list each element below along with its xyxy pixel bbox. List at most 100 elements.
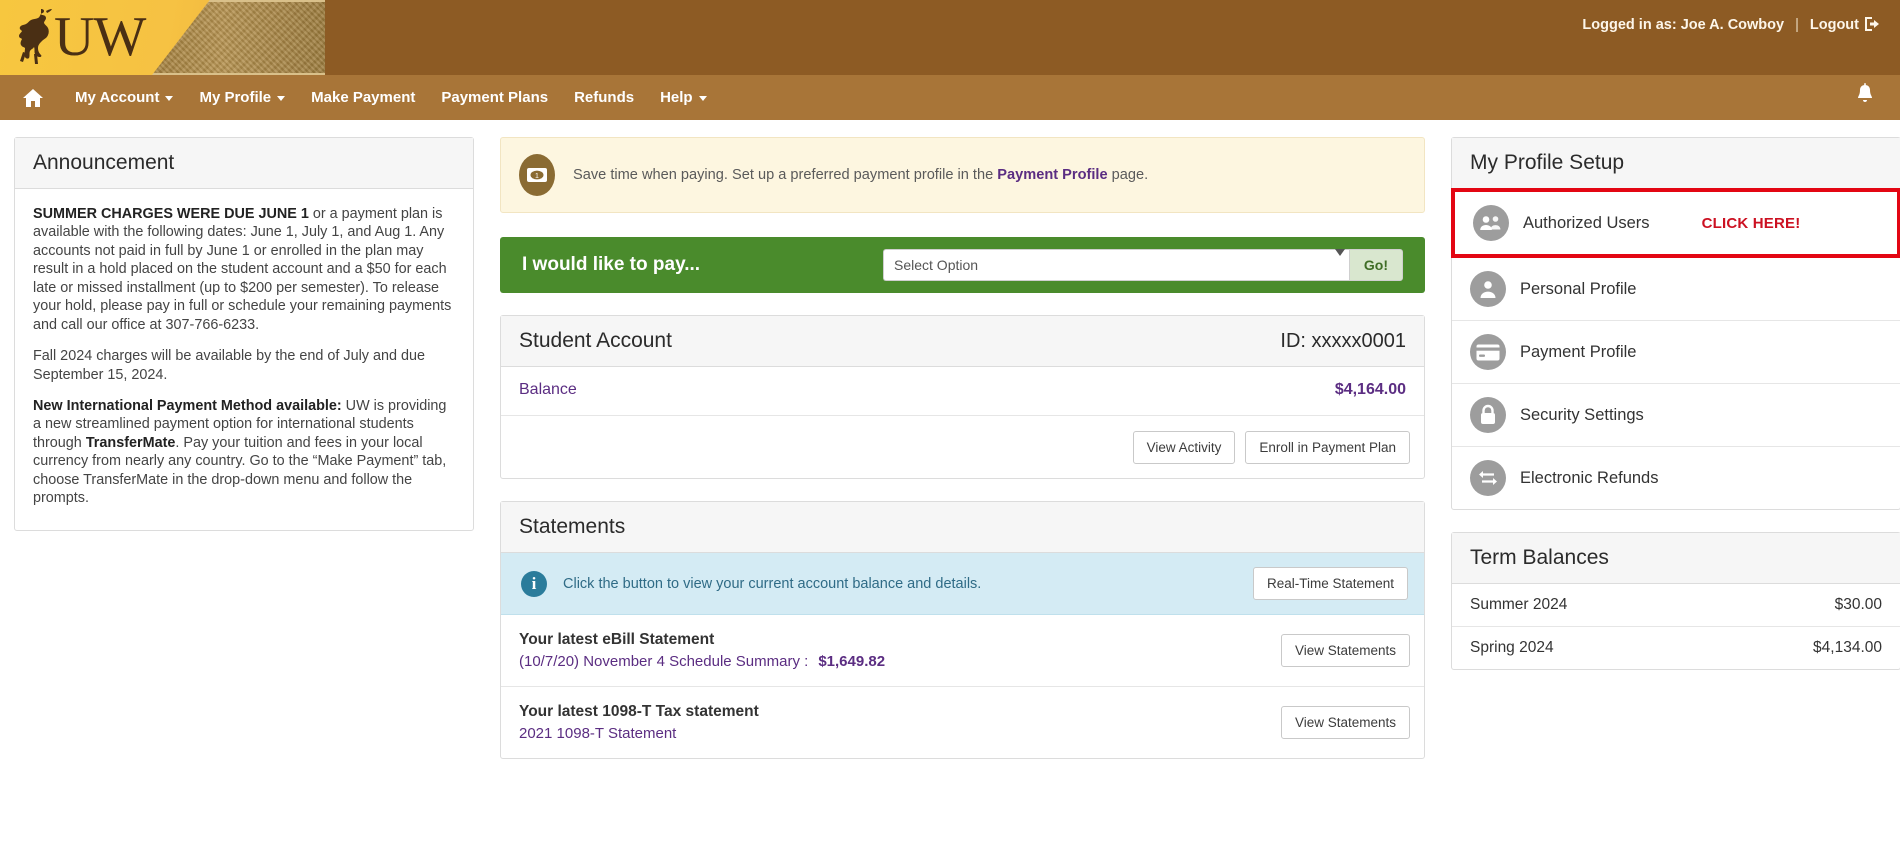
chevron-down-icon (698, 96, 707, 101)
nav-label: Payment Plans (441, 89, 549, 106)
statement-amount: $1,649.82 (818, 653, 886, 670)
announcement-paragraph-2: Fall 2024 charges will be available by t… (33, 348, 425, 383)
sidebar-item-label: Electronic Refunds (1520, 468, 1659, 487)
refund-arrows-icon (1470, 460, 1506, 496)
logo-text: UW (54, 6, 146, 68)
nav-label: Refunds (574, 89, 635, 106)
sidebar-item-label: Security Settings (1520, 405, 1644, 424)
balance-label[interactable]: Balance (519, 381, 577, 399)
sidebar-item-authorized-users[interactable]: Authorized Users CLICK HERE! (1451, 188, 1900, 258)
payment-option-select[interactable]: Select Option (883, 249, 1349, 281)
nav-item-my-profile[interactable]: My Profile (186, 75, 298, 120)
student-id: ID: xxxxx0001 (1280, 329, 1406, 352)
statements-info-text: Click the button to view your current ac… (563, 575, 982, 592)
divider: | (1795, 17, 1799, 33)
login-status: Logged in as: Joe A. Cowboy | Logout (1582, 17, 1880, 33)
nav-item-payment-plans[interactable]: Payment Plans (428, 75, 561, 120)
payment-profile-notice: 1 Save time when paying. Set up a prefer… (500, 137, 1425, 213)
student-account-header: Student Account ID: xxxxx0001 (501, 316, 1424, 367)
pay-bar-label: I would like to pay... (522, 254, 701, 275)
credit-card-icon (1470, 334, 1506, 370)
student-account-actions: View Activity Enroll in Payment Plan (501, 416, 1424, 478)
right-column: My Profile Setup Authorized Users CLICK … (1451, 137, 1900, 670)
nav-item-make-payment[interactable]: Make Payment (298, 75, 428, 120)
svg-text:1: 1 (535, 173, 539, 180)
announcement-title: Announcement (15, 138, 473, 189)
dollar-bill-icon: 1 (519, 154, 555, 196)
sidebar-item-label: Authorized Users (1523, 213, 1650, 232)
term-label: Summer 2024 (1470, 596, 1568, 613)
logout-link[interactable]: Logout (1810, 17, 1880, 33)
nav-item-help[interactable]: Help (647, 75, 720, 120)
sidebar-item-personal-profile[interactable]: Personal Profile (1452, 258, 1900, 321)
term-balance-row: Spring 2024 $4,134.00 (1452, 627, 1900, 669)
bell-icon (1858, 83, 1872, 102)
announcement-p1-bold: SUMMER CHARGES WERE DUE JUNE 1 (33, 206, 309, 222)
brand-header: UW Logged in as: Joe A. Cowboy | Logout (0, 0, 1900, 75)
sidebar-item-electronic-refunds[interactable]: Electronic Refunds (1452, 447, 1900, 509)
pay-bar: I would like to pay... Select Option Go! (500, 237, 1425, 293)
notifications-button[interactable] (1854, 83, 1882, 112)
view-statements-button[interactable]: View Statements (1280, 634, 1410, 667)
pay-select-group: Select Option Go! (883, 249, 1403, 281)
term-amount: $4,134.00 (1813, 639, 1882, 656)
nav-label: Help (660, 89, 693, 106)
announcement-p3-bold2: TransferMate (85, 434, 176, 451)
statement-subtitle[interactable]: (10/7/20) November 4 Schedule Summary : (519, 653, 808, 670)
view-statements-button[interactable]: View Statements (1280, 706, 1410, 739)
nav-label: My Account (75, 89, 160, 106)
statements-title: Statements (501, 502, 1424, 553)
notice-text-after: page. (1107, 167, 1149, 183)
info-icon: i (521, 570, 547, 597)
nav-item-my-account[interactable]: My Account (62, 75, 186, 120)
bucking-horse-icon (19, 9, 52, 64)
notice-text: Save time when paying. Set up a preferre… (573, 167, 1148, 183)
chevron-down-icon (165, 96, 174, 101)
page-body: Announcement SUMMER CHARGES WERE DUE JUN… (0, 120, 1900, 759)
real-time-statement-button[interactable]: Real-Time Statement (1252, 567, 1408, 600)
statement-row-1098t: Your latest 1098-T Tax statement 2021 10… (501, 687, 1424, 758)
profile-setup-card: My Profile Setup Authorized Users CLICK … (1451, 137, 1900, 510)
announcement-body: SUMMER CHARGES WERE DUE JUNE 1 or a paym… (15, 189, 473, 530)
logo-mark: UW (14, 6, 146, 68)
logout-icon (1865, 17, 1879, 31)
balance-amount: $4,164.00 (1334, 381, 1406, 398)
lock-icon (1470, 397, 1506, 433)
announcement-card: Announcement SUMMER CHARGES WERE DUE JUN… (14, 137, 474, 531)
statement-subtitle-line: (10/7/20) November 4 Schedule Summary : $… (519, 653, 885, 670)
payment-profile-link[interactable]: Payment Profile (997, 167, 1107, 183)
enroll-payment-plan-button[interactable]: Enroll in Payment Plan (1245, 430, 1410, 464)
nav-label: Make Payment (311, 89, 416, 106)
term-balances-card: Term Balances Summer 2024 $30.00 Spring … (1451, 532, 1900, 670)
nav-home[interactable] (22, 75, 62, 120)
announcement-paragraph-1: SUMMER CHARGES WERE DUE JUNE 1 or a paym… (33, 205, 455, 334)
sidebar-item-label: Payment Profile (1520, 342, 1637, 361)
statements-card: Statements i Click the button to view yo… (500, 501, 1425, 759)
student-account-card: Student Account ID: xxxxx0001 Balance $4… (500, 315, 1425, 479)
term-amount: $30.00 (1834, 596, 1882, 613)
uw-logo[interactable]: UW (0, 0, 325, 75)
sidebar-item-label: Personal Profile (1520, 279, 1637, 298)
term-balance-row: Summer 2024 $30.00 (1452, 584, 1900, 627)
statement-text-block: Your latest 1098-T Tax statement 2021 10… (519, 703, 759, 742)
announcement-p3-bold: New International Payment Method availab… (33, 397, 342, 414)
statement-text-block: Your latest eBill Statement (10/7/20) No… (519, 631, 885, 670)
view-activity-button[interactable]: View Activity (1132, 430, 1236, 464)
announcement-p1-rest: or a payment plan is available with the … (33, 206, 452, 333)
sidebar-item-security-settings[interactable]: Security Settings (1452, 384, 1900, 447)
logged-in-label: Logged in as: Joe A. Cowboy (1582, 17, 1785, 33)
nav-item-refunds[interactable]: Refunds (561, 75, 647, 120)
go-button[interactable]: Go! (1348, 249, 1403, 281)
chevron-down-icon (277, 96, 286, 101)
main-navigation: My Account My Profile Make Payment Payme… (0, 75, 1900, 120)
announcement-paragraph-3: New International Payment Method availab… (33, 397, 455, 508)
logout-label: Logout (1809, 17, 1859, 33)
notice-text-before: Save time when paying. Set up a preferre… (573, 167, 998, 183)
profile-setup-title: My Profile Setup (1452, 138, 1900, 189)
sidebar-item-payment-profile[interactable]: Payment Profile (1452, 321, 1900, 384)
click-here-callout: CLICK HERE! (1701, 214, 1801, 232)
main-column: 1 Save time when paying. Set up a prefer… (500, 137, 1425, 759)
statement-subtitle[interactable]: 2021 1098-T Statement (519, 725, 759, 742)
term-balances-title: Term Balances (1452, 533, 1900, 584)
statement-title: Your latest 1098-T Tax statement (519, 703, 759, 720)
